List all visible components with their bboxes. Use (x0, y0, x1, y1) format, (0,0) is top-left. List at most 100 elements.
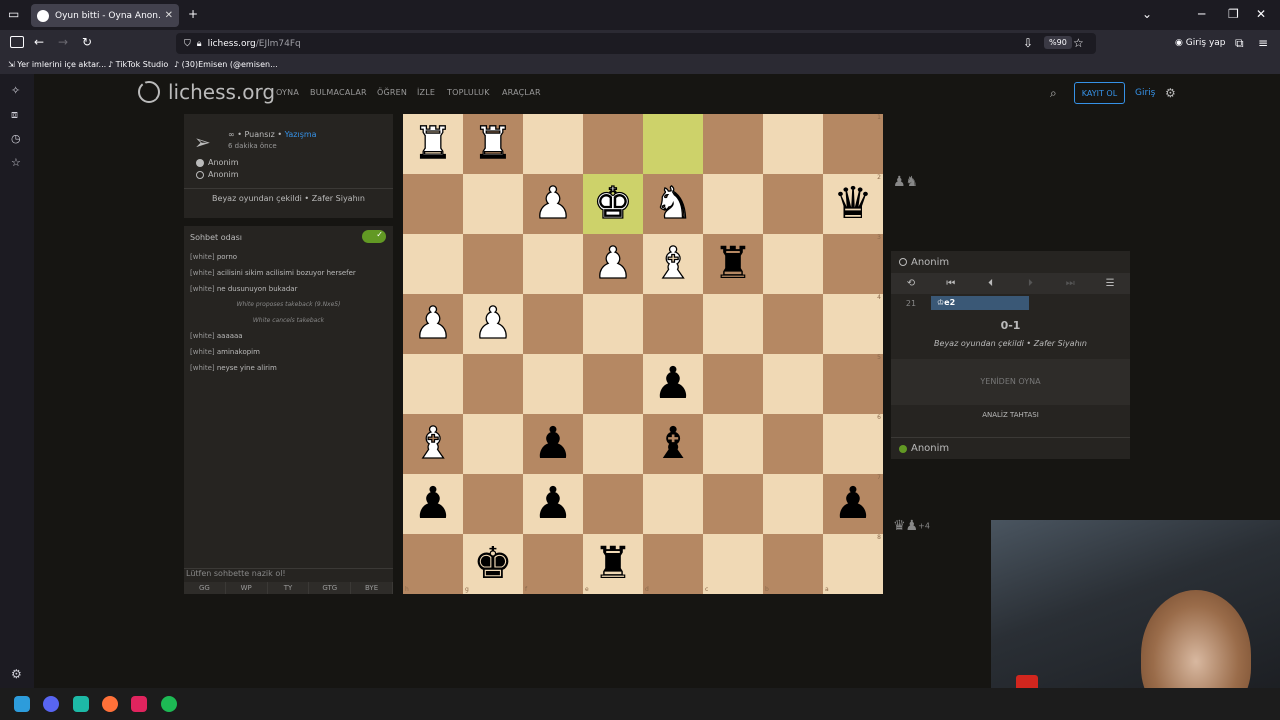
chat-user[interactable]: [white] (190, 269, 215, 277)
bookmark-tiktok-emisen[interactable]: ♪ (30)Emisen (@emisen... (174, 60, 278, 69)
square-f5[interactable] (523, 354, 583, 414)
minimize-icon[interactable]: ─ (1198, 7, 1205, 21)
square-h1[interactable]: ♜ (403, 114, 463, 174)
chat-input[interactable]: Lütfen sohbette nazik ol! (184, 568, 393, 582)
close-window-icon[interactable]: ✕ (1256, 7, 1266, 21)
square-e7[interactable] (583, 474, 643, 534)
menu-community[interactable]: TOPLULUK (447, 88, 490, 97)
square-c1[interactable] (703, 114, 763, 174)
signup-button[interactable]: KAYIT OL (1074, 82, 1125, 104)
square-f3[interactable] (523, 234, 583, 294)
square-g7[interactable] (463, 474, 523, 534)
white-bishop-piece[interactable]: ♝ (653, 241, 694, 286)
square-c8[interactable]: c (703, 534, 763, 594)
sidebar-settings-icon[interactable]: ⚙ (11, 667, 22, 681)
white-bishop-piece[interactable]: ♝ (413, 421, 454, 466)
square-a1[interactable]: 1 (823, 114, 883, 174)
square-h2[interactable] (403, 174, 463, 234)
square-d7[interactable] (643, 474, 703, 534)
square-a3[interactable]: 3 (823, 234, 883, 294)
square-c5[interactable] (703, 354, 763, 414)
first-move-icon[interactable]: ⏮ (931, 278, 971, 289)
black-pawn-piece[interactable]: ♟ (533, 422, 572, 466)
square-g1[interactable]: ♜ (463, 114, 523, 174)
square-g8[interactable]: ♚ g (463, 534, 523, 594)
square-h8[interactable]: h (403, 534, 463, 594)
square-g6[interactable] (463, 414, 523, 474)
white-king-piece[interactable]: ♚ (593, 181, 634, 226)
extensions-icon[interactable]: ⧉ (1235, 36, 1244, 51)
black-rook-piece[interactable]: ♜ (713, 242, 752, 286)
bookmark-star-icon[interactable]: ☆ (1073, 36, 1084, 50)
history-icon[interactable]: ◷ (11, 132, 21, 145)
black-king-piece[interactable]: ♚ (473, 542, 512, 586)
square-b3[interactable] (763, 234, 823, 294)
close-tab-icon[interactable]: ✕ (165, 10, 173, 21)
square-c6[interactable] (703, 414, 763, 474)
square-d2[interactable]: ♞ (643, 174, 703, 234)
square-c4[interactable] (703, 294, 763, 354)
player-black[interactable]: Anonim (196, 170, 239, 179)
rematch-button[interactable]: YENİDEN OYNA (891, 359, 1130, 405)
square-f2[interactable]: ♟ (523, 174, 583, 234)
back-icon[interactable]: ← (34, 35, 44, 49)
black-queen-piece[interactable]: ♛ (833, 182, 872, 226)
menu-tools[interactable]: ARAÇLAR (502, 88, 541, 97)
app-icon[interactable] (73, 696, 89, 712)
square-a5[interactable]: 5 (823, 354, 883, 414)
square-e2[interactable]: ♚ (583, 174, 643, 234)
square-b2[interactable] (763, 174, 823, 234)
white-rook-piece[interactable]: ♜ (413, 121, 454, 166)
square-e1[interactable] (583, 114, 643, 174)
menu-puzzles[interactable]: BULMACALAR (310, 88, 367, 97)
square-d8[interactable]: d (643, 534, 703, 594)
square-e4[interactable] (583, 294, 643, 354)
current-move[interactable]: ♔e2 (931, 296, 1029, 310)
black-pawn-piece[interactable]: ♟ (833, 482, 872, 526)
square-a8[interactable]: a8 (823, 534, 883, 594)
sidebar-toggle-icon[interactable] (10, 36, 24, 48)
account-signin-button[interactable]: ◉ Giriş yap (1175, 38, 1226, 48)
site-logo[interactable]: lichess.org (138, 80, 275, 104)
player-white[interactable]: Anonim (196, 158, 239, 167)
square-d1[interactable] (643, 114, 703, 174)
square-e5[interactable] (583, 354, 643, 414)
zoom-level[interactable]: %90 (1044, 36, 1072, 49)
bookmark-import[interactable]: ⇲ Yer imlerini içe aktar... (8, 60, 106, 69)
mode-link[interactable]: Yazışma (285, 130, 317, 139)
white-pawn-piece[interactable]: ♟ (473, 301, 514, 346)
square-g5[interactable] (463, 354, 523, 414)
white-pawn-piece[interactable]: ♟ (593, 241, 634, 286)
square-a4[interactable]: 4 (823, 294, 883, 354)
new-tab-icon[interactable]: + (188, 7, 198, 21)
login-link[interactable]: Giriş (1135, 88, 1155, 98)
square-d4[interactable] (643, 294, 703, 354)
preset-bye[interactable]: BYE (351, 582, 393, 594)
square-e6[interactable] (583, 414, 643, 474)
menu-icon[interactable]: ☰ (1090, 278, 1130, 289)
black-bishop-piece[interactable]: ♝ (653, 422, 692, 466)
url-bar[interactable]: ⛉ 🔒︎ lichess.org/EJlm74Fq (176, 33, 1096, 54)
square-b8[interactable]: b (763, 534, 823, 594)
square-g2[interactable] (463, 174, 523, 234)
chat-toggle[interactable] (362, 230, 386, 243)
chat-user[interactable]: [white] (190, 285, 215, 293)
square-f1[interactable] (523, 114, 583, 174)
chat-user[interactable]: [white] (190, 253, 215, 261)
firefox-icon[interactable] (102, 696, 118, 712)
square-h7[interactable]: ♟ (403, 474, 463, 534)
synced-tabs-icon[interactable]: ⧈ (11, 108, 18, 122)
bookmark-tiktok-studio[interactable]: ♪ TikTok Studio (108, 60, 168, 69)
square-h5[interactable] (403, 354, 463, 414)
chess-board[interactable]: ♜ ♜ 1 ♟ ♚ ♞ ♛ 2 ♟ ♝ ♜ 3 ♟ ♟ 4 ♟ 5 ♝ ♟ ♝ 6… (403, 114, 883, 594)
discord-icon[interactable] (43, 696, 59, 712)
tiktok-icon[interactable] (131, 696, 147, 712)
download-page-icon[interactable]: ⇩ (1023, 36, 1033, 50)
preset-ty[interactable]: TY (268, 582, 310, 594)
preset-gtg[interactable]: GTG (309, 582, 352, 594)
chat-user[interactable]: [white] (190, 332, 215, 340)
square-b1[interactable] (763, 114, 823, 174)
gear-icon[interactable]: ⚙ (1165, 86, 1176, 100)
square-c2[interactable] (703, 174, 763, 234)
white-pawn-piece[interactable]: ♟ (413, 301, 454, 346)
